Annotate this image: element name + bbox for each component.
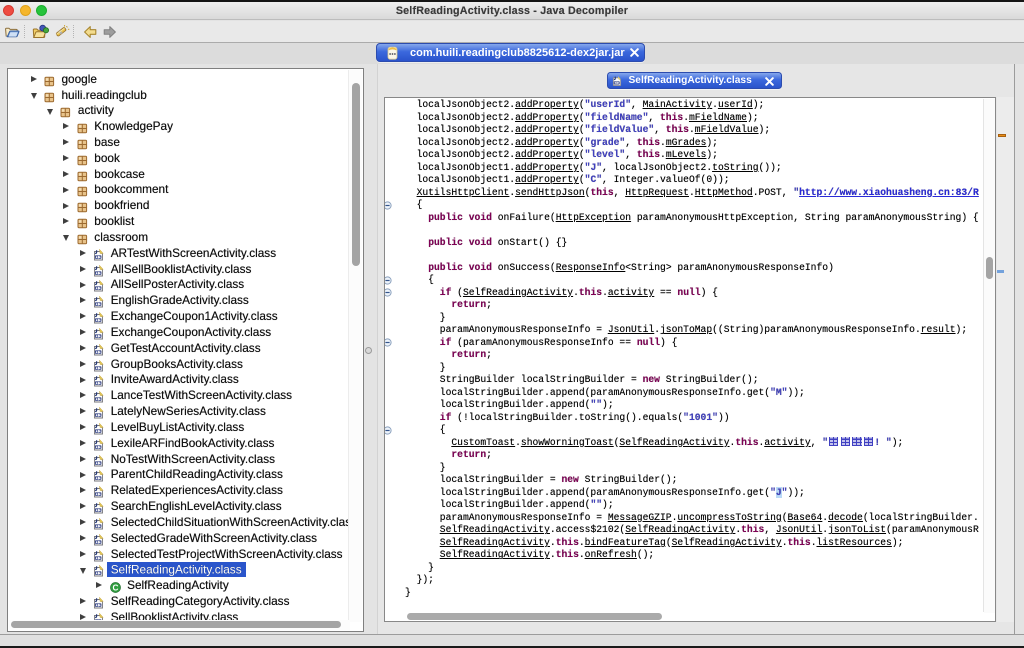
svg-text:C: C: [112, 584, 118, 593]
